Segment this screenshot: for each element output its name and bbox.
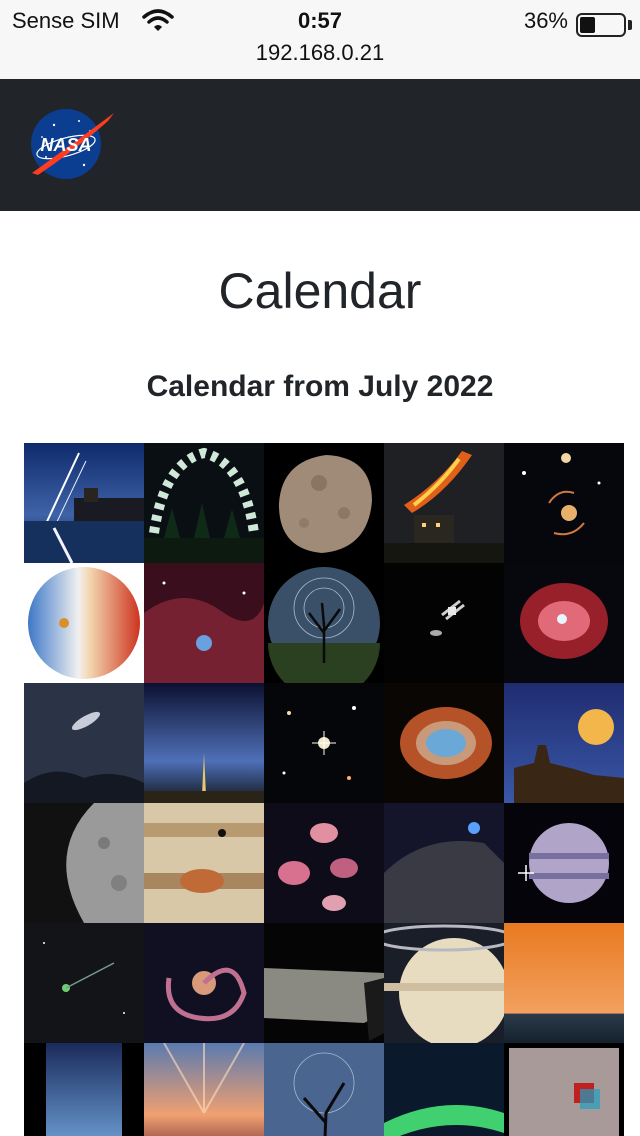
tile-southern-ring-nebula[interactable] [384,683,504,803]
tile-noctilucent-clouds-city[interactable] [144,683,264,803]
navbar: NASA [0,79,640,211]
tile-cats-eye-nebula[interactable] [504,563,624,683]
nasa-logo-text: NASA [40,135,91,155]
tile-phobos-moon[interactable] [264,443,384,563]
tile-andromeda-over-dunes[interactable] [24,683,144,803]
address-bar-url[interactable]: 192.168.0.21 [0,40,640,66]
tile-moon-over-castle[interactable] [504,683,624,803]
status-bar: Sense SIM 0:57 36% 192.168.0.21 [0,0,640,79]
tile-aurora-forest-fisheye[interactable] [144,443,264,563]
tile-moon-craters[interactable] [24,803,144,923]
tile-space-station[interactable] [384,563,504,683]
tile-earth-wind-map[interactable] [24,563,144,683]
subtitle-month: July 2022 [358,370,494,403]
tile-jupiter-infrared[interactable] [504,803,624,923]
nasa-logo[interactable]: NASA [24,107,116,181]
tile-deep-field[interactable] [264,683,384,803]
tile-red-nebula[interactable] [144,563,264,683]
tile-stephans-quintet[interactable] [264,803,384,923]
tile-river-star-trails[interactable] [24,443,144,563]
battery-nub [628,20,632,30]
subtitle-prefix: Calendar from [146,370,359,403]
calendar-image-grid [24,443,624,1136]
tile-lunar-surface[interactable] [264,923,384,1043]
page-subtitle: Calendar from July 2022 [0,370,640,404]
tile-mars-rover-3d[interactable] [504,1043,624,1136]
tile-star-trails-branch[interactable] [264,1043,384,1136]
tile-jupiter-red-spot[interactable] [144,803,264,923]
battery-icon [576,13,626,37]
tile-fireball-over-town[interactable] [384,443,504,563]
tile-spiral-galaxy[interactable] [144,923,264,1043]
tile-noctilucent-blue-band[interactable] [24,1043,144,1136]
tile-tree-star-trails[interactable] [264,563,384,683]
page-title: Calendar [218,263,422,319]
tile-saturn-rings[interactable] [384,923,504,1043]
tile-aurora-green[interactable] [384,1043,504,1136]
tile-gravitational-lens[interactable] [504,443,624,563]
battery-percent: 36% [523,8,568,33]
tile-orange-sunset-sea[interactable] [504,923,624,1043]
tile-sunset-rays-lake[interactable] [144,1043,264,1136]
tile-half-dome-night[interactable] [384,803,504,923]
battery-fill [580,17,595,33]
tile-comet-star-field[interactable] [24,923,144,1043]
